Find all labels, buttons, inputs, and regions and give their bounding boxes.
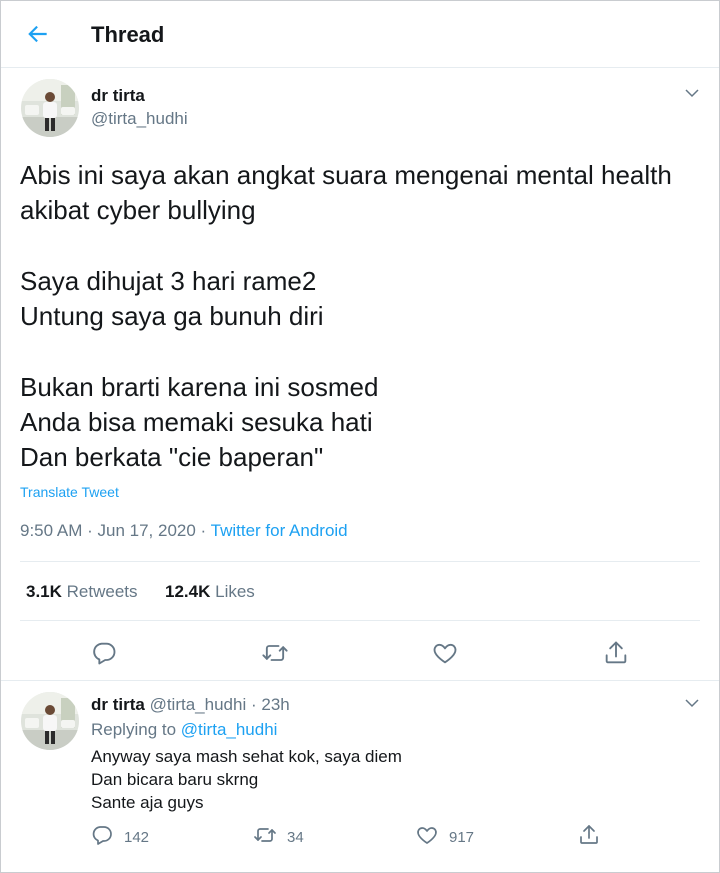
retweet-count: 34 xyxy=(287,828,304,846)
likes-count: 12.4K xyxy=(165,582,211,601)
tweet-date[interactable]: Jun 17, 2020 xyxy=(98,521,196,540)
share-icon xyxy=(577,823,601,852)
tweet-actions xyxy=(1,633,719,673)
author-name[interactable]: dr tirta xyxy=(91,85,145,107)
reply-line: Anyway saya mash sehat kok, saya diem xyxy=(91,747,402,766)
tweet-paragraph: Bukan brarti karena ini sosmed Anda bisa… xyxy=(20,370,710,475)
share-icon[interactable] xyxy=(602,639,630,667)
chevron-down-icon[interactable] xyxy=(683,694,701,712)
reply-age[interactable]: 23h xyxy=(261,695,289,714)
tweet-time[interactable]: 9:50 AM xyxy=(20,521,82,540)
tweet-line: akibat cyber bullying xyxy=(20,195,256,225)
chevron-down-icon[interactable] xyxy=(683,84,701,102)
retweet-icon xyxy=(253,823,277,852)
page-title: Thread xyxy=(91,22,165,47)
likes-label: Likes xyxy=(215,582,255,601)
avatar[interactable] xyxy=(21,79,79,137)
reply-actions: 142 34 917 xyxy=(1,823,719,851)
back-arrow-icon[interactable] xyxy=(25,21,51,47)
reply-line: Dan bicara baru skrng xyxy=(91,770,259,789)
reply-text: Anyway saya mash sehat kok, saya diem Da… xyxy=(91,745,402,814)
reply-count: 142 xyxy=(124,828,150,846)
tweet-line: Abis ini saya akan angkat suara mengenai… xyxy=(20,160,672,190)
reply-icon xyxy=(90,823,114,852)
retweets-stat[interactable]: 3.1K Retweets xyxy=(26,582,138,602)
reply-reply-button[interactable]: 142 xyxy=(90,823,149,851)
reply-line: Sante aja guys xyxy=(91,793,204,812)
thread-page: Thread dr tirta @tirta_hudhi Abis ini sa… xyxy=(0,0,720,873)
author-handle[interactable]: @tirta_hudhi xyxy=(91,108,188,130)
replying-to: Replying to @tirta_hudhi xyxy=(91,719,277,741)
retweets-label: Retweets xyxy=(66,582,138,601)
tweet-line: Anda bisa memaki sesuka hati xyxy=(20,407,373,437)
reply-header: dr tirta @tirta_hudhi · 23h xyxy=(91,694,290,716)
reply-retweet-button[interactable]: 34 xyxy=(253,823,304,851)
reply-icon[interactable] xyxy=(90,639,118,667)
reply-author-name[interactable]: dr tirta xyxy=(91,695,145,714)
thread-header: Thread xyxy=(1,1,719,68)
meta-separator: · xyxy=(250,695,257,714)
tweet-source[interactable]: Twitter for Android xyxy=(211,521,348,540)
replying-label: Replying to xyxy=(91,720,177,739)
tweet-line: Bukan brarti karena ini sosmed xyxy=(20,372,379,402)
meta-separator: · xyxy=(87,521,98,540)
likes-stat[interactable]: 12.4K Likes xyxy=(165,582,255,602)
replying-to-mention[interactable]: @tirta_hudhi xyxy=(181,720,278,739)
translate-tweet-link[interactable]: Translate Tweet xyxy=(20,484,119,500)
tweet-meta: 9:50 AM · Jun 17, 2020 · Twitter for And… xyxy=(20,520,348,542)
tweet-text: Abis ini saya akan angkat suara mengenai… xyxy=(20,158,710,511)
tweet-paragraph: Saya dihujat 3 hari rame2 Untung saya ga… xyxy=(20,264,710,334)
tweet-stats: 3.1K Retweets 12.4K Likes xyxy=(20,561,700,621)
retweet-icon[interactable] xyxy=(261,639,289,667)
reply-author-handle[interactable]: @tirta_hudhi xyxy=(150,695,247,714)
reply-tweet[interactable]: dr tirta @tirta_hudhi · 23h Replying to … xyxy=(1,681,719,872)
tweet-paragraph: Abis ini saya akan angkat suara mengenai… xyxy=(20,158,710,228)
tweet-line: Saya dihujat 3 hari rame2 xyxy=(20,266,317,296)
retweets-count: 3.1K xyxy=(26,582,62,601)
like-icon xyxy=(415,823,439,852)
avatar[interactable] xyxy=(21,692,79,750)
tweet-line: Dan berkata "cie baperan" xyxy=(20,442,324,472)
reply-like-button[interactable]: 917 xyxy=(415,823,474,851)
tweet-line: Untung saya ga bunuh diri xyxy=(20,301,324,331)
like-icon[interactable] xyxy=(431,639,459,667)
meta-separator: · xyxy=(200,521,211,540)
reply-share-button[interactable] xyxy=(577,823,601,851)
like-count: 917 xyxy=(449,828,475,846)
